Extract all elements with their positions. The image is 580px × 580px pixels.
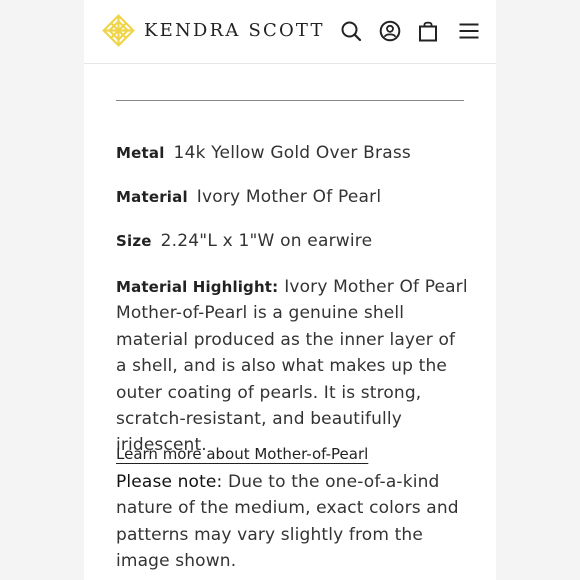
- site-header: KENDRA SCOTT: [84, 0, 496, 64]
- material-highlight: Material Highlight: Ivory Mother Of Pearl…: [116, 274, 468, 459]
- learn-more-link[interactable]: Learn more about Mother-of-Pearl: [116, 445, 368, 463]
- spec-row-metal: Metal 14k Yellow Gold Over Brass: [116, 143, 411, 163]
- please-note: Please note: Due to the one-of-a-kind na…: [116, 469, 468, 575]
- kendra-scott-logo-icon[interactable]: [102, 14, 135, 47]
- highlight-title: Ivory Mother Of Pearl: [284, 277, 468, 297]
- highlight-description: Mother-of-Pearl is a genuine shell mater…: [116, 303, 456, 456]
- bag-icon[interactable]: [417, 20, 439, 42]
- search-icon[interactable]: [340, 20, 362, 42]
- spec-row-size: Size 2.24"L x 1"W on earwire: [116, 231, 372, 251]
- spec-label: Material: [116, 188, 188, 206]
- menu-icon[interactable]: [458, 20, 480, 42]
- spec-value: 2.24"L x 1"W on earwire: [160, 231, 373, 251]
- spec-label: Size: [116, 232, 152, 250]
- account-icon[interactable]: [379, 20, 401, 42]
- highlight-label: Material Highlight:: [116, 278, 279, 296]
- note-label: Please note:: [116, 472, 223, 492]
- spec-row-material: Material Ivory Mother Of Pearl: [116, 187, 381, 207]
- spec-value: Ivory Mother Of Pearl: [196, 187, 382, 207]
- product-details-page: KENDRA SCOTT Metal 14k Yellow Gold Over B…: [84, 0, 496, 580]
- spec-value: 14k Yellow Gold Over Brass: [173, 143, 411, 163]
- spec-label: Metal: [116, 144, 165, 162]
- brand-name[interactable]: KENDRA SCOTT: [144, 20, 325, 41]
- section-divider: [116, 100, 464, 101]
